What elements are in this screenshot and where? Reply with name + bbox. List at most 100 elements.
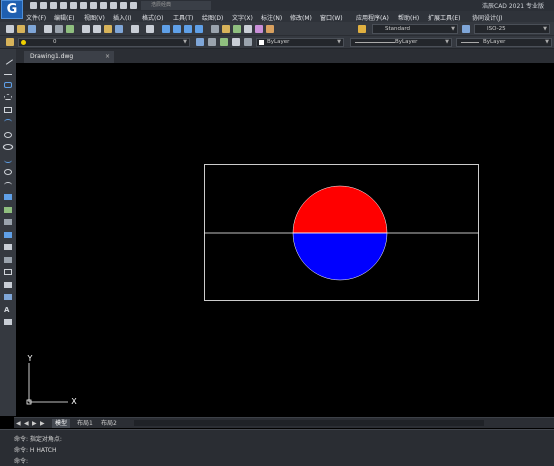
app-logo-icon[interactable]: G	[1, 0, 23, 19]
tool-palette-icon[interactable]	[233, 25, 241, 33]
arc-icon[interactable]	[4, 119, 12, 125]
menu-insert[interactable]: 插入(I)	[113, 13, 131, 22]
last-tab-arrow-icon[interactable]: ▶	[40, 420, 45, 427]
document-tab[interactable]: Drawing1.dwg ×	[24, 51, 114, 63]
new-icon[interactable]	[6, 25, 14, 33]
ellipse-icon[interactable]	[4, 169, 12, 175]
zoom-window-icon[interactable]	[184, 25, 192, 33]
menu-file[interactable]: 文件(F)	[26, 13, 46, 22]
paste-icon[interactable]	[104, 25, 112, 33]
insert-block-icon[interactable]	[4, 194, 12, 200]
region-icon[interactable]	[4, 257, 12, 263]
save-as-icon[interactable]	[60, 2, 67, 9]
horizontal-scrollbar[interactable]	[134, 420, 484, 426]
properties-icon[interactable]	[211, 25, 219, 33]
menu-modify[interactable]: 修改(M)	[290, 13, 312, 22]
polyline-icon[interactable]	[4, 82, 12, 88]
layer-isolate-icon[interactable]	[244, 38, 252, 46]
plot-preview-icon[interactable]	[80, 2, 87, 9]
redo-icon[interactable]	[110, 2, 117, 9]
layer-previous-icon[interactable]	[208, 38, 216, 46]
zoom-previous-icon[interactable]	[195, 25, 203, 33]
tool-grid-icon[interactable]	[4, 294, 12, 300]
table-icon[interactable]	[4, 269, 12, 275]
pan-icon[interactable]	[162, 25, 170, 33]
linetype-select[interactable]: ByLayer ▼	[350, 38, 452, 47]
circle-icon[interactable]	[4, 132, 12, 138]
zoom-icon[interactable]	[120, 2, 127, 9]
tab-model[interactable]: 模型	[52, 419, 71, 428]
menu-draw[interactable]: 绘图(D)	[202, 13, 223, 22]
undo-icon-2[interactable]	[131, 25, 139, 33]
zoom-realtime-icon[interactable]	[173, 25, 181, 33]
ellipse-arc-icon[interactable]	[4, 182, 12, 188]
publish-icon[interactable]	[90, 2, 97, 9]
open-icon[interactable]	[17, 25, 25, 33]
workspace-select[interactable]: 浩辰经典	[141, 1, 211, 10]
match-icon[interactable]	[115, 25, 123, 33]
open-file-icon[interactable]	[40, 2, 47, 9]
design-center-icon[interactable]	[222, 25, 230, 33]
menu-view[interactable]: 视图(V)	[84, 13, 105, 22]
circle-top-half-hatch[interactable]	[292, 185, 388, 234]
help-icon[interactable]	[266, 25, 274, 33]
command-prompt[interactable]: 命令:	[14, 456, 28, 465]
menu-ext-tools[interactable]: 扩展工具(E)	[428, 13, 460, 22]
add-selected-icon[interactable]	[4, 319, 12, 325]
make-block-icon[interactable]	[4, 207, 12, 213]
layer-state-icon[interactable]	[220, 38, 228, 46]
menu-tools[interactable]: 工具(T)	[173, 13, 193, 22]
redo-icon-2[interactable]	[146, 25, 154, 33]
tab-layout2[interactable]: 布局2	[98, 419, 120, 428]
text-style-select[interactable]: Standard ▼	[372, 24, 458, 34]
markup-icon[interactable]	[255, 25, 263, 33]
preview-icon[interactable]	[55, 25, 63, 33]
menu-dimension[interactable]: 标注(N)	[261, 13, 282, 22]
next-tab-arrow-icon[interactable]: ▶	[32, 420, 37, 427]
cut-icon[interactable]	[82, 25, 90, 33]
circle-bottom-half-hatch[interactable]	[292, 232, 388, 281]
lineweight-select[interactable]: ByLayer ▼	[456, 38, 552, 47]
menu-edit[interactable]: 编辑(E)	[54, 13, 74, 22]
polygon-icon[interactable]	[4, 94, 12, 100]
menu-collab[interactable]: 协同设计(J)	[472, 13, 502, 22]
save-icon[interactable]	[50, 2, 57, 9]
line-icon[interactable]	[3, 55, 13, 65]
hatch-icon[interactable]	[4, 232, 12, 238]
drawing-canvas[interactable]: Y X	[16, 63, 554, 417]
save-icon-2[interactable]	[28, 25, 36, 33]
menu-window[interactable]: 窗口(W)	[320, 13, 343, 22]
layer-manager-icon[interactable]	[6, 38, 14, 46]
menu-apps[interactable]: 应用程序(A)	[356, 13, 389, 22]
menu-text[interactable]: 文字(X)	[232, 13, 253, 22]
gradient-icon[interactable]	[4, 244, 12, 250]
menu-help[interactable]: 帮助(H)	[398, 13, 419, 22]
construction-line-icon[interactable]	[4, 69, 12, 75]
match-properties-icon[interactable]	[130, 2, 137, 9]
spline-icon[interactable]	[4, 157, 12, 163]
command-window[interactable]: 命令: 指定对角点: 命令: H HATCH 命令:	[0, 429, 554, 466]
close-icon[interactable]: ×	[105, 51, 110, 63]
make-current-icon[interactable]	[196, 38, 204, 46]
revcloud-icon[interactable]	[2, 144, 14, 150]
copy-icon[interactable]	[93, 25, 101, 33]
tab-layout1[interactable]: 布局1	[74, 419, 96, 428]
wipeout-icon[interactable]	[4, 282, 12, 288]
first-tab-arrow-icon[interactable]: ◀	[16, 420, 21, 427]
calculator-icon[interactable]	[244, 25, 252, 33]
print-icon-2[interactable]	[44, 25, 52, 33]
menu-format[interactable]: 格式(O)	[142, 13, 163, 22]
layer-match-icon[interactable]	[232, 38, 240, 46]
mtext-icon[interactable]: A	[4, 307, 12, 314]
publish-icon-2[interactable]	[66, 25, 74, 33]
color-select[interactable]: ByLayer ▼	[256, 38, 344, 47]
layer-select[interactable]: 0 ▼	[18, 38, 190, 47]
point-icon[interactable]	[4, 219, 12, 225]
rectangle-icon[interactable]	[4, 107, 12, 113]
new-file-icon[interactable]	[30, 2, 37, 9]
document-tab-label: Drawing1.dwg	[30, 53, 74, 60]
undo-icon[interactable]	[100, 2, 107, 9]
dim-style-select[interactable]: ISO-25 ▼	[474, 24, 550, 34]
prev-tab-arrow-icon[interactable]: ◀	[24, 420, 29, 427]
print-icon[interactable]	[70, 2, 77, 9]
